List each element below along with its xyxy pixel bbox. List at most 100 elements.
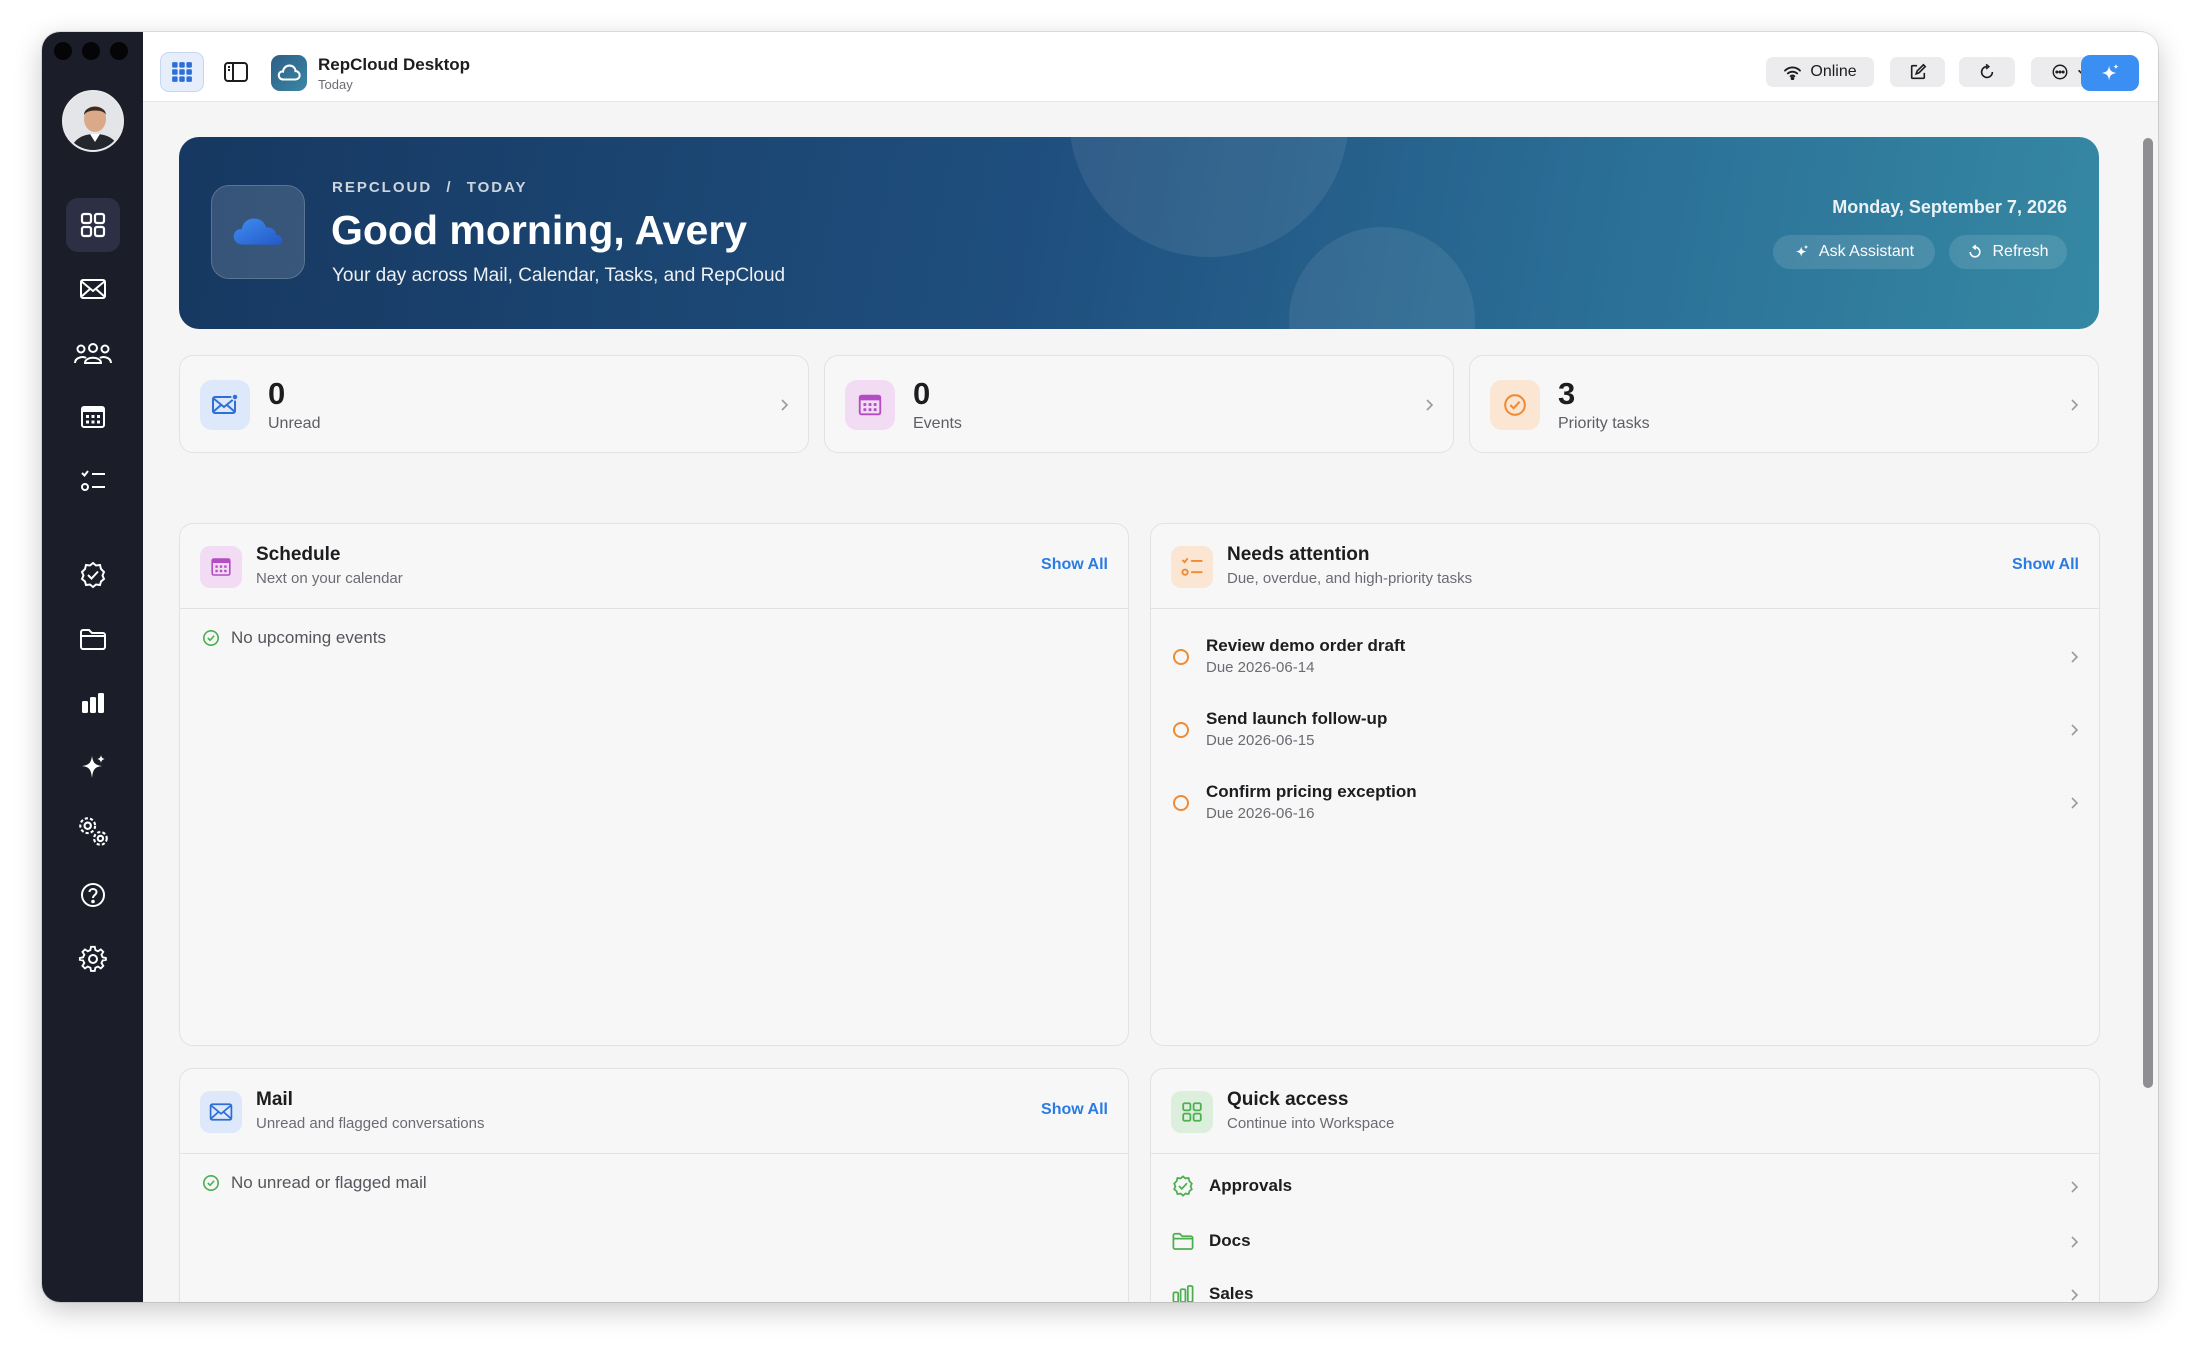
- scrollbar[interactable]: [2143, 138, 2153, 1088]
- sidebar-item-tasks[interactable]: [66, 454, 120, 508]
- quick-access-label: Sales: [1209, 1284, 1254, 1302]
- needs-attention-show-all-link[interactable]: Show All: [2012, 556, 2079, 574]
- schedule-panel: Schedule Next on your calendar Show All …: [179, 523, 1129, 1046]
- chevron-right-icon: [2071, 1236, 2079, 1248]
- chevron-right-icon: [2071, 1181, 2079, 1193]
- app-title: RepCloud Desktop: [318, 55, 471, 74]
- wifi-icon: [1784, 66, 1802, 80]
- schedule-show-all-link[interactable]: Show All: [1041, 556, 1108, 574]
- settings-icon: [78, 945, 107, 972]
- ask-assistant-button[interactable]: Ask Assistant: [1773, 235, 1935, 269]
- check-circle-icon: [202, 1174, 220, 1192]
- events-label: Events: [913, 415, 962, 432]
- refresh-icon: [1969, 244, 1982, 258]
- quick-access-item-sales[interactable]: Sales: [1151, 1267, 2099, 1302]
- quick-access-header: Quick access Continue into Workspace: [1151, 1069, 2099, 1154]
- gears-icon: [79, 817, 108, 846]
- sidebar-item-settings[interactable]: [66, 932, 120, 986]
- schedule-panel-header: Schedule Next on your calendar Show All: [180, 524, 1128, 609]
- task-row[interactable]: Confirm pricing exception Due 2026-06-16: [1151, 767, 2099, 839]
- sparkle-icon: [82, 755, 105, 778]
- sidebar-item-docs[interactable]: [66, 612, 120, 666]
- assistant-button[interactable]: [2081, 55, 2139, 91]
- cloud-icon: [277, 64, 301, 81]
- priority-tasks-stat-card[interactable]: 3 Priority tasks: [1469, 355, 2099, 453]
- quick-access-item-docs[interactable]: Docs: [1151, 1214, 2099, 1268]
- task-row[interactable]: Send launch follow-up Due 2026-06-15: [1151, 694, 2099, 766]
- priority-tasks-label: Priority tasks: [1558, 415, 1650, 432]
- quick-access-label: Docs: [1209, 1231, 1251, 1250]
- schedule-empty-state: No upcoming events: [202, 628, 386, 648]
- task-status-ring[interactable]: [1173, 722, 1189, 738]
- panel-icon: [1171, 546, 1213, 588]
- tasks-icon: [1181, 557, 1203, 576]
- unread-count: 0: [268, 376, 286, 411]
- needs-attention-panel: Needs attention Due, overdue, and high-p…: [1150, 523, 2100, 1046]
- folder-icon: [80, 629, 106, 650]
- events-stat-card[interactable]: 0 Events: [824, 355, 1454, 453]
- minimize-window-button[interactable]: [82, 42, 100, 60]
- needs-attention-header: Needs attention Due, overdue, and high-p…: [1151, 524, 2099, 609]
- hero-app-icon: [211, 185, 305, 279]
- task-row[interactable]: Review demo order draft Due 2026-06-14: [1151, 621, 2099, 693]
- sidebar-item-approvals[interactable]: [66, 548, 120, 602]
- mail-empty-state: No unread or flagged mail: [202, 1173, 427, 1193]
- task-status-ring[interactable]: [1173, 649, 1189, 665]
- schedule-empty-text: No upcoming events: [231, 628, 386, 647]
- close-window-button[interactable]: [54, 42, 72, 60]
- sidebar-item-contacts[interactable]: [66, 326, 120, 380]
- avatar-image: [64, 92, 122, 150]
- stat-icon: [200, 380, 250, 430]
- sidebar-item-calendar[interactable]: [66, 390, 120, 444]
- schedule-subtitle: Next on your calendar: [256, 570, 403, 587]
- compose-button[interactable]: [1890, 57, 1945, 87]
- calendar-icon: [81, 406, 105, 428]
- quick-access-item-approvals[interactable]: Approvals: [1151, 1159, 2099, 1213]
- sidebar-item-admin[interactable]: [66, 804, 120, 858]
- ask-assistant-label: Ask Assistant: [1818, 243, 1915, 260]
- compose-icon: [1910, 63, 1926, 80]
- task-due-date: Due 2026-06-15: [1206, 732, 1315, 749]
- dashboard-icon: [1182, 1102, 1202, 1122]
- quick-access-panel: Quick access Continue into Workspace App…: [1150, 1068, 2100, 1302]
- sidebar-item-help[interactable]: [66, 868, 120, 922]
- avatar[interactable]: [62, 90, 124, 152]
- sparkle-icon: [1795, 244, 1809, 257]
- greeting-title: Good morning, Avery: [331, 207, 748, 253]
- task-title: Confirm pricing exception: [1206, 782, 1417, 801]
- sidebar-item-dashboard[interactable]: [66, 198, 120, 252]
- sidebar-item-assistant[interactable]: [66, 740, 120, 794]
- app-window: RepCloud Desktop Today Online REPCLOUD /…: [42, 32, 2158, 1302]
- connection-status-button[interactable]: Online: [1766, 57, 1874, 87]
- sync-button[interactable]: [1959, 57, 2015, 87]
- task-status-ring[interactable]: [1173, 795, 1189, 811]
- bar-chart-icon: [1172, 1285, 1194, 1302]
- zoom-window-button[interactable]: [110, 42, 128, 60]
- mail-panel-header: Mail Unread and flagged conversations Sh…: [180, 1069, 1128, 1154]
- people-icon: [74, 343, 112, 364]
- sales-icon: [82, 693, 104, 713]
- mail-title: Mail: [256, 1089, 293, 1110]
- calendar-icon: [211, 558, 231, 576]
- events-count: 0: [913, 376, 931, 411]
- dashboard-icon: [80, 212, 106, 238]
- chevron-right-icon: [2071, 724, 2079, 736]
- priority-tasks-count: 3: [1558, 376, 1576, 411]
- calendar-icon: [858, 394, 882, 416]
- refresh-button[interactable]: Refresh: [1949, 235, 2067, 269]
- sidebar-item-mail[interactable]: [66, 262, 120, 316]
- check-circle-icon: [1504, 394, 1526, 416]
- check-badge-icon: [1173, 1175, 1193, 1197]
- chevron-right-icon: [2071, 399, 2079, 411]
- breadcrumb-separator: /: [446, 179, 453, 196]
- app-launcher-button[interactable]: [160, 52, 204, 92]
- needs-attention-title: Needs attention: [1227, 544, 1370, 565]
- sidebar-toggle-icon[interactable]: [222, 58, 250, 86]
- unread-stat-card[interactable]: 0 Unread: [179, 355, 809, 453]
- mail-show-all-link[interactable]: Show All: [1041, 1101, 1108, 1119]
- chevron-right-icon: [2071, 797, 2079, 809]
- grid-icon: [172, 62, 192, 82]
- mail-icon: [212, 393, 239, 414]
- app-icon: [271, 55, 307, 91]
- sidebar-item-sales[interactable]: [66, 676, 120, 730]
